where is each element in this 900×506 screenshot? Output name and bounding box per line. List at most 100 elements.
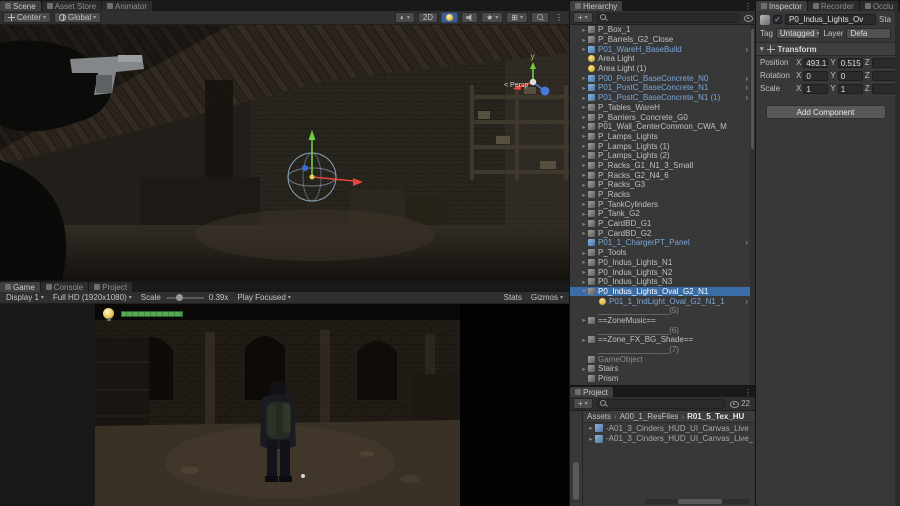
- tab-occlusion[interactable]: Occlu: [859, 1, 899, 11]
- hierarchy-row[interactable]: ▸ P_Tools: [570, 248, 755, 258]
- rotation-y-field[interactable]: 0: [837, 70, 863, 81]
- tab-scene[interactable]: Scene: [0, 1, 41, 11]
- foldout-closed-icon[interactable]: ▸: [580, 181, 588, 189]
- foldout-closed-icon[interactable]: ▸: [580, 220, 588, 228]
- panel-menu-icon[interactable]: ⋮: [741, 388, 755, 397]
- inspector-scrollbar[interactable]: [895, 11, 900, 506]
- tab-asset-store[interactable]: Asset Store: [41, 1, 102, 11]
- foldout-closed-icon[interactable]: ▸: [580, 336, 588, 344]
- tag-dropdown[interactable]: Untagged ▾: [775, 28, 821, 39]
- foldout-open-icon[interactable]: ▾: [760, 45, 764, 53]
- hierarchy-row[interactable]: ▸ P_TankCylinders: [570, 199, 755, 209]
- foldout-closed-icon[interactable]: ▸: [580, 171, 588, 179]
- create-asset-button[interactable]: + ▾: [573, 398, 593, 409]
- prefab-open-arrow-icon[interactable]: ›: [745, 74, 748, 83]
- project-item[interactable]: ▸ -A01_3_Cinders_HUD_UI_Canvas_Live: [583, 423, 755, 434]
- breadcrumb-segment[interactable]: Assets: [587, 412, 611, 421]
- scale-z-field[interactable]: [871, 83, 897, 94]
- translate-z-handle[interactable]: [302, 165, 308, 171]
- hierarchy-row[interactable]: ▸ P_Racks: [570, 190, 755, 200]
- hierarchy-row[interactable]: P01_1_IndLight_Oval_G2_N1_1 ›: [570, 296, 755, 306]
- static-label[interactable]: Sta: [879, 15, 891, 24]
- gizmos-dropdown[interactable]: Gizmos ▾: [528, 293, 566, 302]
- hierarchy-row[interactable]: ▸ P_Barrels_G2_Close: [570, 35, 755, 45]
- active-checkbox[interactable]: ✓: [773, 15, 782, 24]
- foldout-open-icon[interactable]: ▾: [580, 287, 588, 295]
- tab-inspector[interactable]: Inspector: [756, 1, 807, 11]
- add-component-button[interactable]: Add Component: [765, 105, 886, 119]
- scene-visibility-icon[interactable]: [743, 13, 753, 22]
- foldout-closed-icon[interactable]: ▸: [580, 365, 588, 373]
- scale-y-field[interactable]: 1: [837, 83, 863, 94]
- scene-lighting-toggle[interactable]: [441, 12, 459, 23]
- scale-slider-handle[interactable]: [176, 294, 184, 301]
- project-search-input[interactable]: [595, 398, 727, 409]
- layer-dropdown[interactable]: Defa: [846, 28, 892, 39]
- hierarchy-row[interactable]: ▸ P01_PostC_BaseConcrete_N1 ›: [570, 83, 755, 93]
- display-dropdown[interactable]: Display 1 ▾: [3, 293, 47, 302]
- hierarchy-row[interactable]: ▸ P01_Wall_CenterCommon_CWA_M: [570, 122, 755, 132]
- persp-label[interactable]: < Persp: [504, 82, 528, 89]
- foldout-closed-icon[interactable]: ▸: [580, 278, 588, 286]
- hierarchy-row[interactable]: ▸ ==Zone_FX_BG_Shade==: [570, 335, 755, 345]
- hierarchy-row[interactable]: ▸ P_Racks_G1_N1_3_Small: [570, 161, 755, 171]
- foldout-closed-icon[interactable]: ▸: [580, 191, 588, 199]
- hierarchy-row[interactable]: ▾ P0_Indus_Lights_Oval_G2_N1: [570, 286, 755, 297]
- panel-menu-icon[interactable]: ⋮: [741, 2, 755, 11]
- foldout-closed-icon[interactable]: ▸: [580, 74, 588, 82]
- hierarchy-row[interactable]: ▸ P0_Indus_Lights_N2: [570, 267, 755, 277]
- project-folder-column[interactable]: [570, 411, 583, 506]
- breadcrumb-current[interactable]: R01_5_Tex_HU: [687, 412, 744, 421]
- foldout-closed-icon[interactable]: ▸: [580, 258, 588, 266]
- grid-dropdown[interactable]: ⊞ ▾: [506, 12, 528, 23]
- hierarchy-search-input[interactable]: [595, 12, 740, 23]
- tab-project-dock[interactable]: Project: [89, 282, 133, 292]
- effects-dropdown[interactable]: ★ ▾: [481, 12, 504, 23]
- hierarchy-row[interactable]: ▸ Stairs: [570, 364, 755, 374]
- gizmo-center[interactable]: [309, 174, 315, 180]
- scrollbar-handle[interactable]: [678, 499, 722, 504]
- hierarchy-row[interactable]: GameObject: [570, 354, 755, 364]
- hierarchy-row[interactable]: P01_1_ChargerPT_Panel ›: [570, 238, 755, 248]
- scene-audio-toggle[interactable]: [461, 12, 479, 23]
- prefab-open-arrow-icon[interactable]: ›: [745, 238, 748, 247]
- prefab-open-arrow-icon[interactable]: ›: [745, 297, 748, 306]
- hierarchy-row[interactable]: ▸ P_Racks_G2_N4_6: [570, 170, 755, 180]
- project-horizontal-scrollbar[interactable]: [645, 499, 749, 504]
- scrollbar-handle[interactable]: [751, 29, 754, 149]
- foldout-closed-icon[interactable]: ▸: [580, 113, 588, 121]
- pivot-button[interactable]: Center ▾: [3, 12, 52, 23]
- space-button[interactable]: Global ▾: [54, 12, 102, 23]
- tab-game[interactable]: Game: [0, 282, 40, 292]
- hierarchy-row[interactable]: ▸ P_CardBD_G1: [570, 219, 755, 229]
- foldout-closed-icon[interactable]: ▸: [580, 94, 588, 102]
- hierarchy-row[interactable]: ▸ P_Tank_G2: [570, 209, 755, 219]
- hierarchy-row[interactable]: ________________(5): [570, 306, 755, 316]
- hierarchy-row[interactable]: ▸ P_CardBD_G2: [570, 228, 755, 238]
- prefab-open-arrow-icon[interactable]: ›: [745, 83, 748, 92]
- project-item[interactable]: ▸ -A01_3_Cinders_HUD_UI_Canvas_Live_: [583, 434, 755, 445]
- shading-mode-dropdown[interactable]: ◐ ▾: [395, 12, 415, 23]
- hierarchy-row[interactable]: ▸ P_Tables_WareH: [570, 103, 755, 113]
- prefab-open-arrow-icon[interactable]: ›: [745, 93, 748, 102]
- hierarchy-row[interactable]: ▸ P01_PostC_BaseConcrete_N1 (1) ›: [570, 93, 755, 103]
- foldout-closed-icon[interactable]: ▸: [580, 84, 588, 92]
- foldout-closed-icon[interactable]: ▸: [580, 249, 588, 257]
- foldout-closed-icon[interactable]: ▸: [580, 152, 588, 160]
- foldout-closed-icon[interactable]: ▸: [587, 435, 595, 443]
- hierarchy-row[interactable]: ▸ P_Lamps_Lights (2): [570, 151, 755, 161]
- position-x-field[interactable]: 493.12: [803, 57, 829, 68]
- foldout-closed-icon[interactable]: ▸: [580, 161, 588, 169]
- hierarchy-row[interactable]: ▸ P00_PostC_BaseConcrete_N0 ›: [570, 73, 755, 83]
- scale-slider[interactable]: [165, 294, 204, 301]
- tab-console[interactable]: Console: [40, 282, 89, 292]
- hierarchy-scrollbar[interactable]: [750, 25, 755, 385]
- foldout-closed-icon[interactable]: ▸: [580, 123, 588, 131]
- scene-viewport[interactable]: y < Persp: [0, 25, 569, 280]
- hierarchy-row[interactable]: Area Light (1): [570, 64, 755, 74]
- position-y-field[interactable]: 0.515: [837, 57, 863, 68]
- hierarchy-row[interactable]: Prism: [570, 374, 755, 384]
- foldout-closed-icon[interactable]: ▸: [580, 316, 588, 324]
- stats-button[interactable]: Stats: [501, 293, 525, 302]
- foldout-closed-icon[interactable]: ▸: [580, 132, 588, 140]
